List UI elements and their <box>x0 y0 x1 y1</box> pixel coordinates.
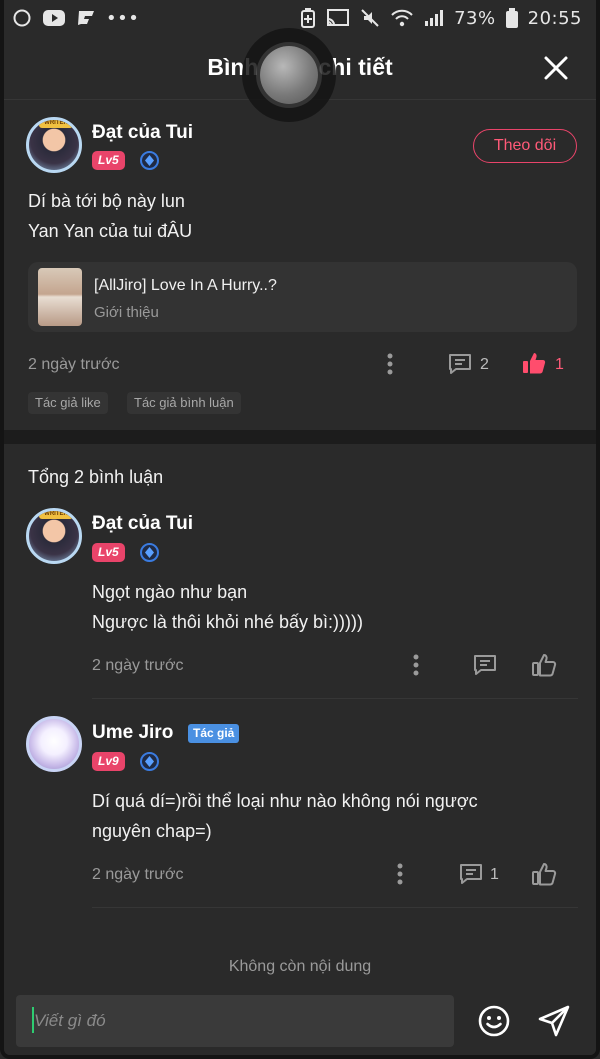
comment-icon <box>449 354 471 374</box>
like-button[interactable] <box>519 348 549 378</box>
more-options-button[interactable] <box>380 350 400 378</box>
avatar[interactable]: WRITER <box>26 508 82 564</box>
like-count: 1 <box>555 356 564 373</box>
mute-icon <box>360 8 380 28</box>
emoji-icon <box>478 1005 510 1037</box>
reply-time: 2 ngày trước <box>92 657 184 674</box>
battery-percent: 73% <box>454 7 496 29</box>
reply-line-2: Ngược là thôi khỏi nhé bấy bì:))))) <box>92 612 363 632</box>
gem-icon <box>140 752 159 771</box>
thumbs-up-icon <box>532 863 557 886</box>
reply-button[interactable] <box>456 860 486 888</box>
avatar[interactable] <box>26 716 82 772</box>
thumbs-up-icon <box>532 654 557 677</box>
chip-author-reply: Tác giả bình luận <box>127 392 241 414</box>
chip-author-like: Tác giả like <box>28 392 108 414</box>
cast-icon <box>326 8 350 28</box>
more-options-button[interactable] <box>390 860 410 888</box>
level-badge: Lv5 <box>92 151 125 170</box>
like-button[interactable] <box>529 859 559 889</box>
reply-line-2: nguyên chap=) <box>92 821 212 841</box>
app-frame: ••• 73% 20:55 Bình lu <box>0 0 600 1059</box>
level-badge: Lv9 <box>92 752 125 771</box>
total-comments-label: Tổng 2 bình luận <box>28 467 164 487</box>
more-options-button[interactable] <box>406 651 426 679</box>
thumbs-up-icon <box>523 353 546 374</box>
battery-icon <box>505 8 518 28</box>
comment-username[interactable]: Đạt của Tui <box>92 122 193 144</box>
reply-divider <box>92 907 578 908</box>
level-badge: Lv5 <box>92 543 125 562</box>
more-vertical-icon <box>387 353 393 375</box>
comment-composer <box>4 985 596 1055</box>
emoji-button[interactable] <box>476 1003 512 1039</box>
story-title: [AllJiro] Love In A Hurry..? <box>94 277 277 294</box>
overflow-dots: ••• <box>106 7 140 29</box>
reply-button[interactable] <box>445 350 475 378</box>
reply-divider <box>92 698 578 699</box>
close-button[interactable] <box>542 54 570 82</box>
send-button[interactable] <box>536 1003 572 1039</box>
signal-icon <box>424 9 444 27</box>
reply-time: 2 ngày trước <box>92 866 184 883</box>
flipboard-icon <box>76 9 96 27</box>
reply-button[interactable] <box>470 651 500 679</box>
clock: 20:55 <box>527 7 582 29</box>
reply-line-1: Dí quá dí=)rồi thể loại như nào không nó… <box>92 791 478 811</box>
more-vertical-icon <box>397 863 403 885</box>
youtube-icon <box>42 9 66 27</box>
comment-line-2: Yan Yan của tui đÂU <box>28 221 193 241</box>
follow-button[interactable]: Theo dõi <box>473 129 577 163</box>
reply-count: 1 <box>490 866 499 883</box>
linked-story-card[interactable]: [AllJiro] Love In A Hurry..? Giới thiệu <box>28 262 577 332</box>
story-subtitle: Giới thiệu <box>94 304 159 321</box>
close-icon <box>544 56 568 80</box>
send-icon <box>538 1005 570 1037</box>
text-cursor <box>32 1007 34 1033</box>
gem-icon <box>140 543 159 562</box>
battery-saver-icon <box>300 8 316 28</box>
end-of-list-label: Không còn nội dung <box>228 958 372 975</box>
comment-line-1: Dí bà tới bộ này lun <box>28 191 185 211</box>
like-button[interactable] <box>529 650 559 680</box>
section-divider <box>4 430 596 444</box>
author-badge: Tác giả <box>188 724 240 743</box>
story-thumbnail <box>38 268 82 326</box>
floating-assistant-bubble[interactable] <box>242 28 336 122</box>
avatar[interactable]: WRITER <box>26 117 82 173</box>
gem-icon <box>140 151 159 170</box>
reply-count: 2 <box>480 356 489 373</box>
circle-icon <box>12 8 32 28</box>
more-vertical-icon <box>413 654 419 676</box>
reply-line-1: Ngọt ngào như bạn <box>92 582 248 602</box>
wifi-icon <box>390 8 414 28</box>
comment-time: 2 ngày trước <box>28 356 120 373</box>
comment-icon <box>460 864 482 884</box>
comment-icon <box>474 655 496 675</box>
reply-username[interactable]: Đạt của Tui <box>92 513 193 535</box>
comment-input[interactable] <box>16 995 454 1047</box>
reply-username[interactable]: Ume Jiro <box>92 722 173 744</box>
